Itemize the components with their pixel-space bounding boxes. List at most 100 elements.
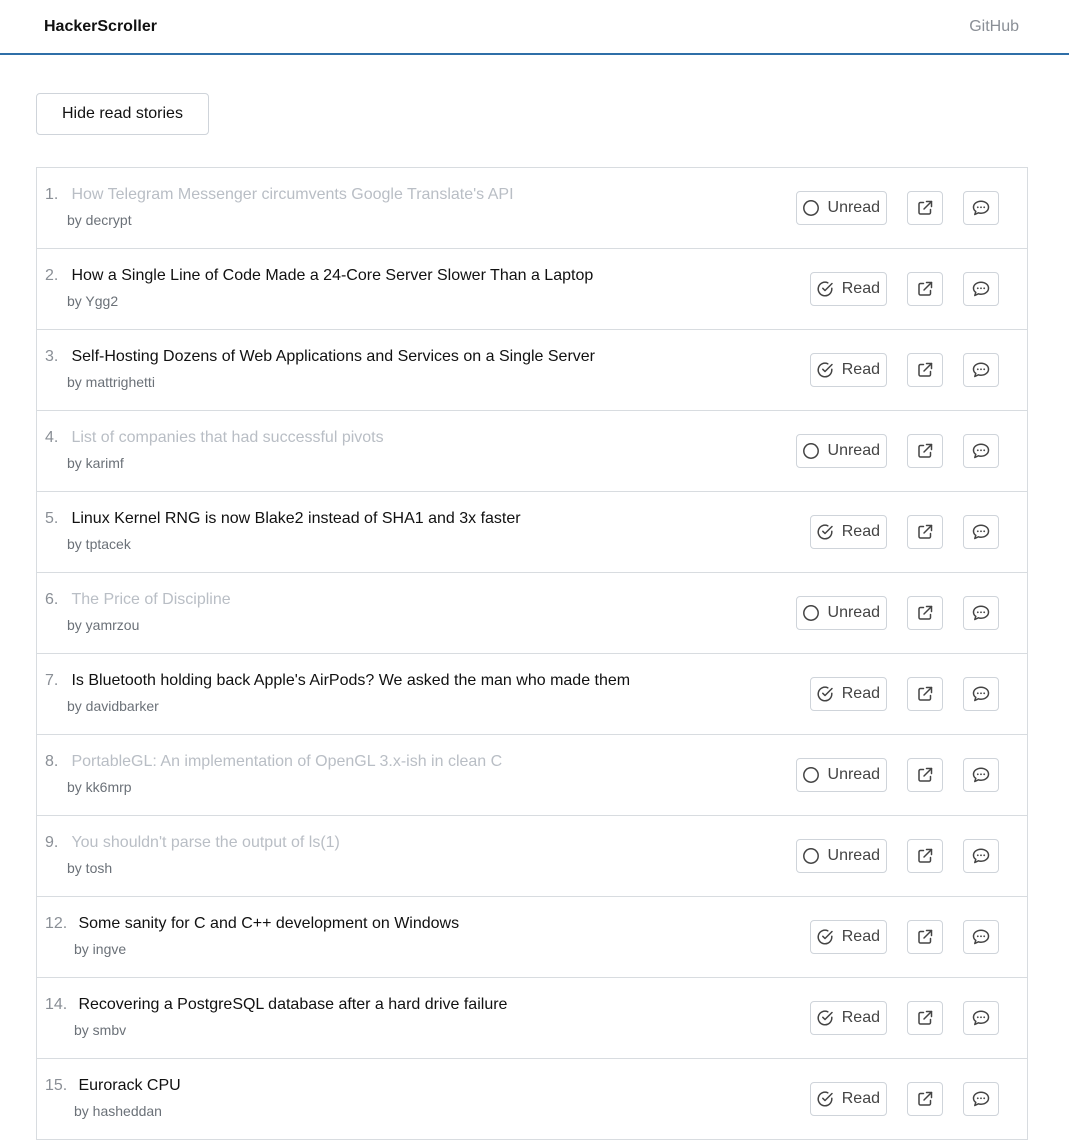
comment-bubble-icon <box>972 848 990 864</box>
story-title[interactable]: PortableGL: An implementation of OpenGL … <box>71 753 502 770</box>
toggle-read-button[interactable]: Read <box>809 920 887 954</box>
story-row: 2. How a Single Line of Code Made a 24-C… <box>37 249 1027 330</box>
story-title[interactable]: Eurorack CPU <box>78 1077 180 1094</box>
comments-button[interactable] <box>963 272 999 306</box>
story-author: by ingve <box>74 941 127 957</box>
open-link-button[interactable] <box>907 353 943 387</box>
toggle-read-button[interactable]: Read <box>809 272 887 306</box>
story-title[interactable]: List of companies that had successful pi… <box>71 429 383 446</box>
story-author: by mattrighetti <box>67 374 155 390</box>
open-link-button[interactable] <box>907 758 943 792</box>
toggle-read-button[interactable]: Read <box>809 1082 887 1116</box>
story-author: by yamrzou <box>67 617 140 633</box>
empty-circle-icon <box>802 200 819 216</box>
story-title[interactable]: Recovering a PostgreSQL database after a… <box>78 996 507 1013</box>
story-rank: 15. <box>45 1077 68 1094</box>
story-actions: Read <box>809 1001 999 1035</box>
empty-circle-icon <box>802 605 819 621</box>
github-link[interactable]: GitHub <box>969 18 1019 36</box>
open-link-button[interactable] <box>907 596 943 630</box>
open-link-button[interactable] <box>907 515 943 549</box>
story-actions: Unread <box>795 596 999 630</box>
comments-button[interactable] <box>963 839 999 873</box>
comments-button[interactable] <box>963 677 999 711</box>
open-link-button[interactable] <box>907 272 943 306</box>
comments-button[interactable] <box>963 1001 999 1035</box>
open-link-button[interactable] <box>907 1082 943 1116</box>
comment-bubble-icon <box>972 362 990 378</box>
story-row: 3. Self-Hosting Dozens of Web Applicatio… <box>37 330 1027 411</box>
toggle-read-label: Read <box>841 280 880 297</box>
open-link-button[interactable] <box>907 1001 943 1035</box>
story-text: 3. Self-Hosting Dozens of Web Applicatio… <box>45 348 595 390</box>
comments-button[interactable] <box>963 434 999 468</box>
story-rank: 3. <box>45 348 59 365</box>
comments-button[interactable] <box>963 515 999 549</box>
toggle-read-label: Unread <box>827 442 880 459</box>
toggle-read-label: Read <box>841 928 880 945</box>
story-title[interactable]: Is Bluetooth holding back Apple's AirPod… <box>71 672 630 689</box>
toggle-read-button[interactable]: Unread <box>795 191 887 225</box>
story-title[interactable]: How a Single Line of Code Made a 24-Core… <box>71 267 593 284</box>
toggle-read-button[interactable]: Unread <box>795 596 887 630</box>
open-link-button[interactable] <box>907 191 943 225</box>
open-link-button[interactable] <box>907 677 943 711</box>
story-title[interactable]: Some sanity for C and C++ development on… <box>78 915 459 932</box>
check-circle-icon <box>817 929 833 945</box>
story-title[interactable]: How Telegram Messenger circumvents Googl… <box>71 186 513 203</box>
check-circle-icon <box>817 1091 833 1107</box>
open-link-button[interactable] <box>907 920 943 954</box>
check-circle-icon <box>817 686 833 702</box>
brand-link[interactable]: HackerScroller <box>44 18 157 36</box>
comments-button[interactable] <box>963 596 999 630</box>
story-author: by kk6mrp <box>67 779 132 795</box>
story-author: by tptacek <box>67 536 131 552</box>
check-circle-icon <box>817 1010 833 1026</box>
comments-button[interactable] <box>963 1082 999 1116</box>
external-link-icon <box>918 362 933 377</box>
toggle-read-button[interactable]: Read <box>809 677 887 711</box>
story-title[interactable]: Self-Hosting Dozens of Web Applications … <box>71 348 595 365</box>
empty-circle-icon <box>802 767 819 783</box>
story-title[interactable]: The Price of Discipline <box>71 591 230 608</box>
story-actions: Read <box>809 677 999 711</box>
story-text: 8. PortableGL: An implementation of Open… <box>45 753 502 795</box>
toggle-read-label: Unread <box>827 847 880 864</box>
story-text: 5. Linux Kernel RNG is now Blake2 instea… <box>45 510 521 552</box>
story-actions: Unread <box>795 434 999 468</box>
toggle-read-button[interactable]: Unread <box>795 839 887 873</box>
story-text: 1. How Telegram Messenger circumvents Go… <box>45 186 514 228</box>
story-rank: 6. <box>45 591 59 608</box>
open-link-button[interactable] <box>907 434 943 468</box>
story-rank: 2. <box>45 267 59 284</box>
comments-button[interactable] <box>963 758 999 792</box>
story-author: by decrypt <box>67 212 132 228</box>
comment-bubble-icon <box>972 200 990 216</box>
story-title[interactable]: Linux Kernel RNG is now Blake2 instead o… <box>71 510 520 527</box>
story-text: 4. List of companies that had successful… <box>45 429 384 471</box>
toggle-read-button[interactable]: Unread <box>795 758 887 792</box>
toggle-read-button[interactable]: Read <box>809 1001 887 1035</box>
open-link-button[interactable] <box>907 839 943 873</box>
external-link-icon <box>918 524 933 539</box>
toggle-read-button[interactable]: Read <box>809 515 887 549</box>
story-title[interactable]: You shouldn't parse the output of ls(1) <box>71 834 339 851</box>
toggle-read-button[interactable]: Unread <box>795 434 887 468</box>
external-link-icon <box>918 1010 933 1025</box>
top-navbar: HackerScroller GitHub <box>0 0 1069 55</box>
external-link-icon <box>918 200 933 215</box>
comments-button[interactable] <box>963 353 999 387</box>
hide-read-stories-button[interactable]: Hide read stories <box>36 93 209 135</box>
comment-bubble-icon <box>972 443 990 459</box>
comment-bubble-icon <box>972 1091 990 1107</box>
external-link-icon <box>918 443 933 458</box>
external-link-icon <box>918 767 933 782</box>
story-text: 9. You shouldn't parse the output of ls(… <box>45 834 340 876</box>
empty-circle-icon <box>802 443 819 459</box>
comments-button[interactable] <box>963 920 999 954</box>
toggle-read-button[interactable]: Read <box>809 353 887 387</box>
story-author: by davidbarker <box>67 698 159 714</box>
comments-button[interactable] <box>963 191 999 225</box>
story-rank: 7. <box>45 672 59 689</box>
story-list: 1. How Telegram Messenger circumvents Go… <box>36 167 1028 1140</box>
